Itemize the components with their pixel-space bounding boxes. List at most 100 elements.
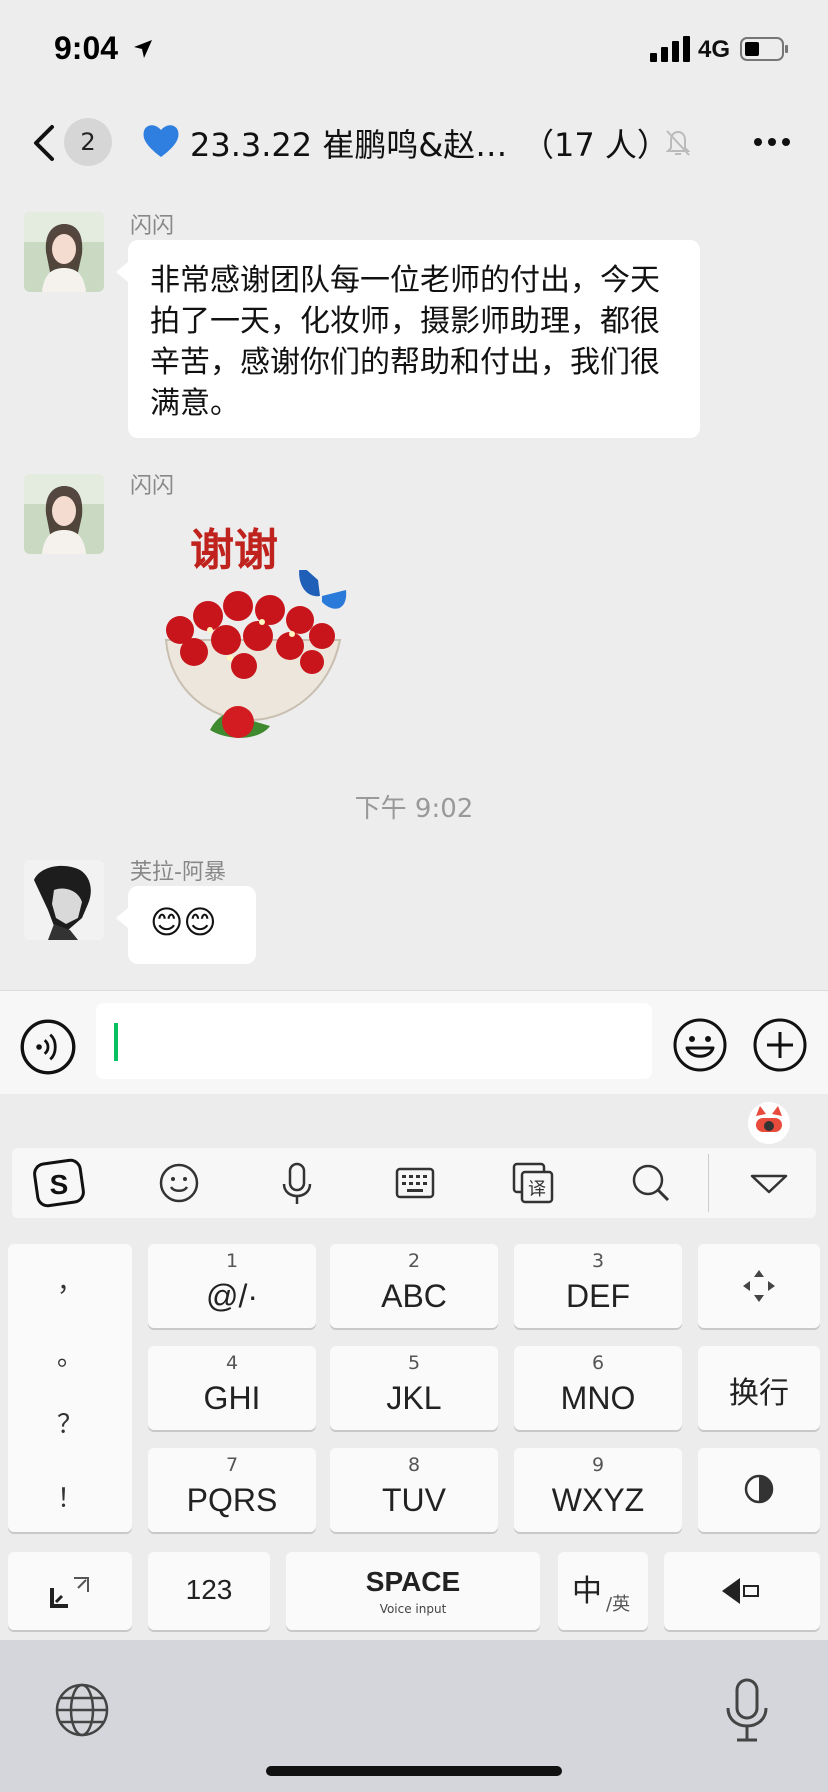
keyboard-mascot-icon[interactable]	[748, 1102, 790, 1144]
voice-input-icon[interactable]	[20, 1019, 76, 1075]
collapse-keyboard-icon[interactable]	[742, 1156, 796, 1210]
space-sub-label: Voice input	[379, 1602, 447, 1616]
avatar[interactable]	[24, 212, 104, 292]
key-9[interactable]: 9 WXYZ	[514, 1448, 682, 1532]
space-key[interactable]: SPACE Voice input	[286, 1552, 540, 1630]
key-3[interactable]: 3 DEF	[514, 1244, 682, 1328]
keyboard-icon[interactable]	[388, 1156, 442, 1210]
battery-icon	[740, 37, 788, 61]
punct-comma-key[interactable]: ，	[8, 1262, 132, 1299]
key-number: 7	[225, 1454, 239, 1476]
avatar[interactable]	[24, 474, 104, 554]
key-number: 5	[407, 1352, 421, 1374]
delete-key[interactable]	[664, 1552, 820, 1630]
translate-icon[interactable]: 译	[506, 1156, 560, 1210]
input-bar	[0, 990, 828, 1094]
globe-icon[interactable]	[54, 1682, 110, 1738]
dictation-mic-icon[interactable]	[722, 1678, 772, 1744]
lang-sub-label: /英	[606, 1594, 631, 1615]
key-1[interactable]: 1 @/·	[148, 1244, 316, 1328]
key-5[interactable]: 5 JKL	[330, 1346, 498, 1430]
cursor-move-icon	[743, 1270, 775, 1302]
svg-text:S: S	[50, 1169, 69, 1200]
mic-icon[interactable]	[270, 1156, 324, 1210]
key-label: TUV	[382, 1482, 446, 1518]
member-count: （17 人）	[522, 126, 669, 164]
sticker[interactable]: 谢谢	[150, 510, 360, 740]
punct-question-key[interactable]: ？	[8, 1404, 132, 1441]
return-key[interactable]: 换行	[698, 1346, 820, 1430]
emoji-icon[interactable]	[152, 1156, 206, 1210]
resize-arrows-icon	[50, 1577, 89, 1608]
theme-toggle-key[interactable]	[698, 1448, 820, 1532]
lang-main-label: 中	[572, 1574, 602, 1609]
message-text: 😊😊	[150, 903, 217, 941]
key-number: 3	[591, 1250, 605, 1272]
keyboard-toolbar: S 译	[12, 1148, 816, 1218]
key-label: ABC	[381, 1278, 447, 1314]
punctuation-column: ， 。 ？ ！	[8, 1244, 132, 1532]
key-label: DEF	[566, 1278, 630, 1314]
timestamp: 下午 9:02	[354, 794, 474, 824]
system-bottom-bar	[0, 1640, 828, 1792]
resize-key[interactable]	[8, 1552, 132, 1630]
num-switch-key[interactable]: 123	[148, 1552, 270, 1630]
sender-name: 闪闪	[130, 214, 175, 239]
key-label: 换行	[729, 1377, 789, 1410]
message-bubble[interactable]: 非常感谢团队每一位老师的付出，今天拍了一天，化妆师，摄影师助理，都很辛苦，感谢你…	[116, 240, 700, 438]
roses-bouquet-icon	[164, 570, 347, 738]
space-label: SPACE	[365, 1566, 461, 1597]
backspace-icon	[722, 1578, 759, 1604]
emoji-icon[interactable]	[672, 1017, 728, 1073]
key-label: GHI	[203, 1380, 261, 1416]
key-label: PQRS	[186, 1482, 278, 1518]
network-type: 4G	[698, 36, 731, 63]
home-indicator	[266, 1766, 562, 1776]
mute-bell-icon	[665, 130, 691, 156]
chat-title: 23.3.22 崔鹏鸣&赵…	[190, 126, 508, 164]
message-text: 非常感谢团队每一位老师的付出，今天拍了一天，化妆师，摄影师助理，都很辛苦，感谢你…	[150, 263, 660, 421]
status-time: 9:04	[54, 30, 119, 66]
location-arrow-icon	[134, 40, 152, 58]
key-8[interactable]: 8 TUV	[330, 1448, 498, 1532]
key-number: 9	[591, 1454, 605, 1476]
back-chevron-icon[interactable]	[30, 124, 56, 162]
key-label: 123	[185, 1574, 233, 1605]
key-label: @/·	[205, 1278, 259, 1314]
plus-icon[interactable]	[752, 1017, 808, 1073]
cellular-signal-icon	[650, 36, 690, 62]
text-caret	[114, 1023, 118, 1061]
key-2[interactable]: 2 ABC	[330, 1244, 498, 1328]
punct-exclaim-key[interactable]: ！	[8, 1478, 132, 1515]
keyboard: S 译 ， 。 ？ ！ 1 @/· 2 ABC 3 DEF 4 GHI 5 JK…	[0, 1094, 828, 1640]
key-number: 8	[407, 1454, 421, 1476]
key-label: MNO	[560, 1380, 636, 1416]
language-switch-key[interactable]: 中 /英	[558, 1552, 648, 1630]
punct-period-key[interactable]: 。	[8, 1336, 132, 1373]
butterfly-icon	[299, 570, 347, 609]
status-bar: 9:04 4G	[0, 0, 828, 100]
message-input[interactable]	[96, 1003, 652, 1079]
key-number: 4	[225, 1352, 239, 1374]
blue-heart-icon	[143, 125, 179, 157]
message-bubble[interactable]: 😊😊	[116, 886, 256, 964]
key-7[interactable]: 7 PQRS	[148, 1448, 316, 1532]
sender-name: 闪闪	[130, 474, 175, 499]
avatar[interactable]	[24, 860, 104, 940]
cursor-key[interactable]	[698, 1244, 820, 1328]
half-circle-icon	[744, 1474, 774, 1504]
sender-name: 芙拉-阿暴	[130, 860, 226, 885]
key-number: 1	[225, 1250, 239, 1272]
toolbar-divider	[708, 1154, 709, 1212]
unread-count-badge[interactable]: 2	[64, 118, 112, 166]
more-options-icon[interactable]	[752, 136, 792, 148]
svg-text:译: 译	[528, 1179, 546, 1200]
sogou-logo-icon[interactable]: S	[32, 1156, 86, 1210]
key-label: WXYZ	[551, 1482, 645, 1518]
key-4[interactable]: 4 GHI	[148, 1346, 316, 1430]
key-6[interactable]: 6 MNO	[514, 1346, 682, 1430]
chat-header: 23.3.22 崔鹏鸣&赵… （17 人）	[0, 100, 828, 182]
key-number: 2	[407, 1250, 421, 1272]
sticker-text: 谢谢	[190, 525, 278, 576]
search-icon[interactable]	[624, 1156, 678, 1210]
